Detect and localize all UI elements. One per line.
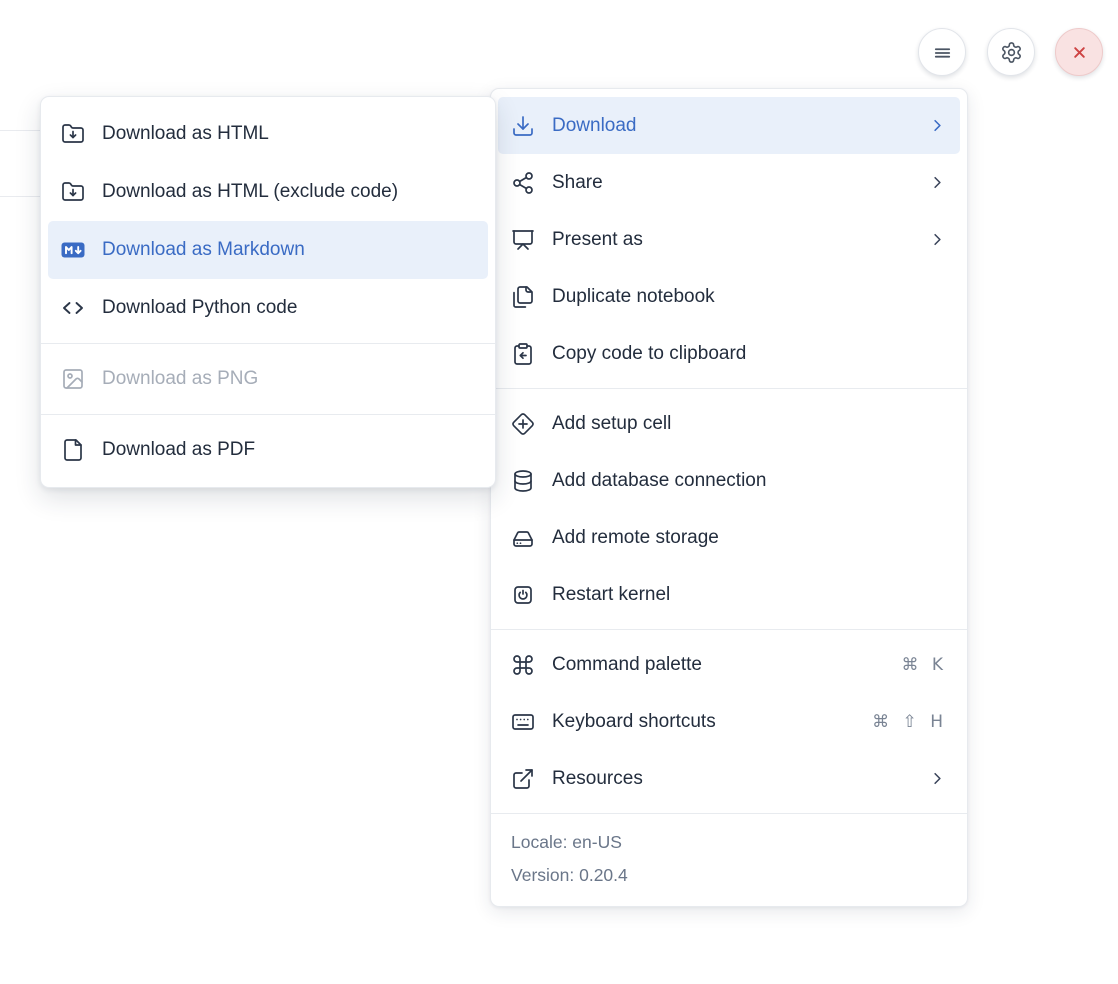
menu-item-label: Resources: [552, 768, 643, 790]
version-text: Version: 0.20.4: [511, 859, 947, 892]
menu-item-download[interactable]: Download: [498, 97, 960, 154]
folder-down-icon: [61, 122, 85, 146]
menu-item-resources[interactable]: Resources: [498, 750, 960, 807]
menu-item-label: Download as Markdown: [102, 239, 305, 261]
close-button[interactable]: [1055, 28, 1103, 76]
external-link-icon: [511, 767, 535, 791]
markdown-icon: [61, 238, 85, 262]
menu-item-keyboard-shortcuts[interactable]: Keyboard shortcuts ⌘ ⇧ H: [498, 693, 960, 750]
menu-divider: [41, 343, 495, 344]
menu-item-add-database-connection[interactable]: Add database connection: [498, 452, 960, 509]
chevron-right-icon: [928, 116, 947, 135]
menu-item-download-as-markdown[interactable]: Download as Markdown: [48, 221, 488, 279]
share-icon: [511, 171, 535, 195]
menu-footer: Locale: en-US Version: 0.20.4: [491, 813, 967, 906]
menu-item-label: Download Python code: [102, 297, 297, 319]
menu-item-label: Present as: [552, 229, 643, 251]
menu-item-label: Download as PNG: [102, 368, 258, 390]
clipboard-arrow-icon: [511, 342, 535, 366]
menu-item-download-as-png: Download as PNG: [48, 350, 488, 408]
menu-item-copy-code-to-clipboard[interactable]: Copy code to clipboard: [498, 325, 960, 382]
code-icon: [61, 296, 85, 320]
menu-item-label: Share: [552, 172, 603, 194]
chevron-right-icon: [928, 769, 947, 788]
menu-item-label: Duplicate notebook: [552, 286, 715, 308]
menu-item-duplicate-notebook[interactable]: Duplicate notebook: [498, 268, 960, 325]
download-icon: [511, 114, 535, 138]
menu-item-label: Download as HTML: [102, 123, 269, 145]
menu-item-label: Add setup cell: [552, 413, 671, 435]
menu-divider: [491, 388, 967, 389]
menu-item-label: Download as PDF: [102, 439, 255, 461]
power-square-icon: [511, 583, 535, 607]
menu-item-add-setup-cell[interactable]: Add setup cell: [498, 395, 960, 452]
image-icon: [61, 367, 85, 391]
gear-icon: [1000, 41, 1023, 64]
background-rule-line: [0, 196, 41, 197]
menu-item-command-palette[interactable]: Command palette ⌘ K: [498, 636, 960, 693]
menu-item-share[interactable]: Share: [498, 154, 960, 211]
menu-item-download-as-html-exclude-code[interactable]: Download as HTML (exclude code): [48, 163, 488, 221]
chevron-right-icon: [928, 173, 947, 192]
menu-item-present-as[interactable]: Present as: [498, 211, 960, 268]
command-icon: [511, 653, 535, 677]
download-submenu: Download as HTML Download as HTML (exclu…: [40, 96, 496, 488]
presentation-icon: [511, 228, 535, 252]
folder-down-icon: [61, 180, 85, 204]
hamburger-icon: [931, 41, 954, 64]
keyboard-icon: [511, 710, 535, 734]
menu-divider: [41, 414, 495, 415]
locale-text: Locale: en-US: [511, 826, 947, 859]
menu-item-label: Add database connection: [552, 470, 766, 492]
background-rule-line: [0, 130, 41, 131]
menu-item-label: Command palette: [552, 654, 702, 676]
menu-item-label: Copy code to clipboard: [552, 343, 746, 365]
menu-item-label: Download: [552, 115, 637, 137]
menu-item-restart-kernel[interactable]: Restart kernel: [498, 566, 960, 623]
database-icon: [511, 469, 535, 493]
menu-item-download-as-html[interactable]: Download as HTML: [48, 105, 488, 163]
menu-item-download-python-code[interactable]: Download Python code: [48, 279, 488, 337]
menu-item-add-remote-storage[interactable]: Add remote storage: [498, 509, 960, 566]
diamond-plus-icon: [511, 412, 535, 436]
shortcut-label: ⌘ ⇧ H: [872, 712, 947, 732]
menu-item-label: Keyboard shortcuts: [552, 711, 716, 733]
file-icon: [61, 438, 85, 462]
notebook-menu: Download Share Present as Duplicate note…: [490, 88, 968, 907]
notebook-menu-button[interactable]: [918, 28, 966, 76]
menu-item-label: Add remote storage: [552, 527, 719, 549]
hard-drive-icon: [511, 526, 535, 550]
copy-pages-icon: [511, 285, 535, 309]
shortcut-label: ⌘ K: [901, 655, 947, 675]
menu-item-label: Restart kernel: [552, 584, 670, 606]
menu-item-download-as-pdf[interactable]: Download as PDF: [48, 421, 488, 479]
menu-divider: [491, 629, 967, 630]
menu-item-label: Download as HTML (exclude code): [102, 181, 398, 203]
close-icon: [1068, 41, 1091, 64]
settings-button[interactable]: [987, 28, 1035, 76]
chevron-right-icon: [928, 230, 947, 249]
